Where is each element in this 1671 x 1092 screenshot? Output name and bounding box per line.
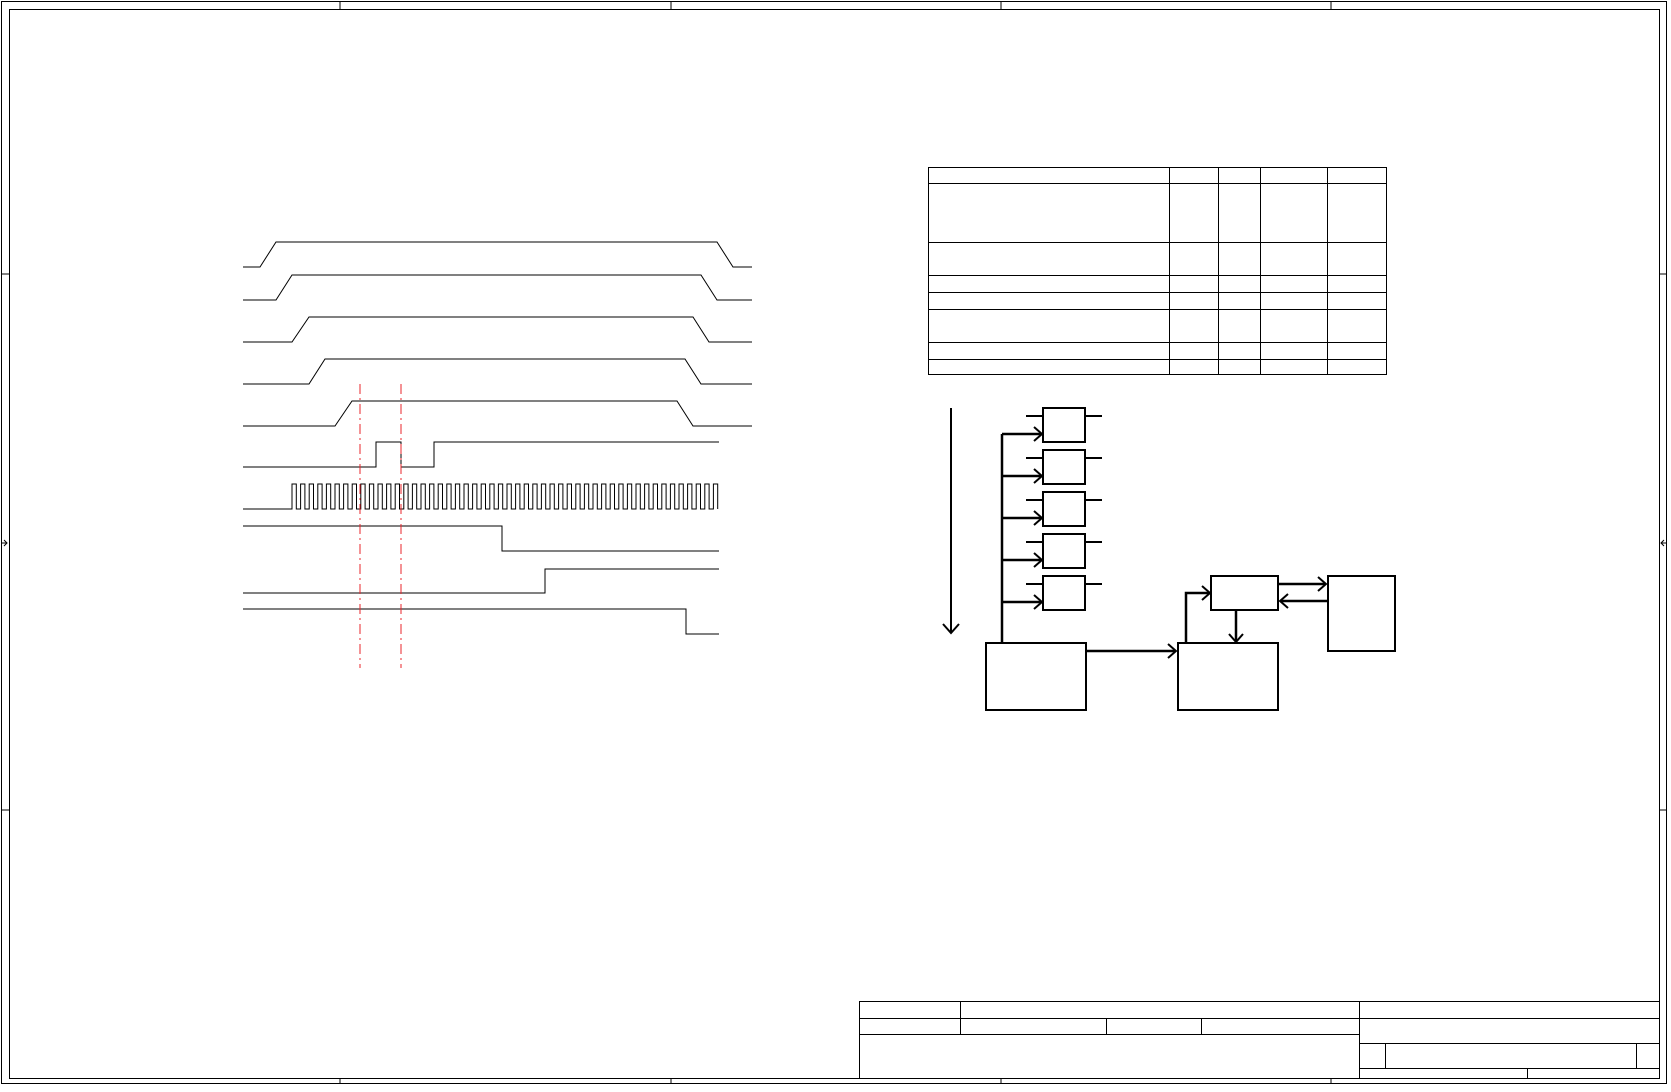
zone-markers — [1, 1, 1667, 1084]
schematic-sheet — [0, 0, 1671, 1087]
link-controller-to-interface — [1184, 591, 1210, 643]
outer-border — [1, 1, 1667, 1084]
drawing-canvas — [1, 1, 1667, 1084]
signal-trace-2 — [243, 274, 752, 301]
large-blocks — [985, 575, 1396, 711]
controller-block — [1177, 642, 1279, 711]
block-diagram — [942, 407, 1396, 711]
inner-border — [9, 9, 1660, 1079]
signal-trace-4 — [243, 358, 752, 385]
block-4 — [1042, 533, 1086, 569]
block-connections[interactable] — [1086, 582, 1328, 653]
signal-trace-5 — [243, 400, 752, 427]
signal-trace-10 — [243, 608, 719, 635]
drawing-frame — [1, 1, 1667, 1084]
block-1 — [1042, 407, 1086, 443]
signal-trace-3 — [243, 316, 752, 343]
signal-trace-6 — [243, 441, 719, 468]
spec-table — [928, 167, 1387, 375]
signal-trace-9 — [243, 568, 719, 594]
signal-trace-7-clock — [243, 483, 719, 510]
sequence-arrow — [942, 408, 960, 635]
block-2 — [1042, 449, 1086, 485]
side-block — [1327, 575, 1396, 652]
small-blocks — [1042, 407, 1086, 611]
signal-trace-8 — [243, 525, 719, 552]
connection-arrowheads — [1167, 576, 1328, 659]
title-block-outline — [859, 1001, 1660, 1079]
signal-trace-1 — [243, 241, 752, 268]
table-outline — [928, 167, 1387, 375]
block-5 — [1042, 575, 1086, 611]
timing-diagram — [243, 241, 752, 635]
block-3 — [1042, 491, 1086, 527]
title-block — [859, 1001, 1660, 1079]
interface-block — [1210, 575, 1279, 611]
distribution-bus[interactable] — [1000, 432, 1042, 643]
source-block — [985, 642, 1087, 711]
